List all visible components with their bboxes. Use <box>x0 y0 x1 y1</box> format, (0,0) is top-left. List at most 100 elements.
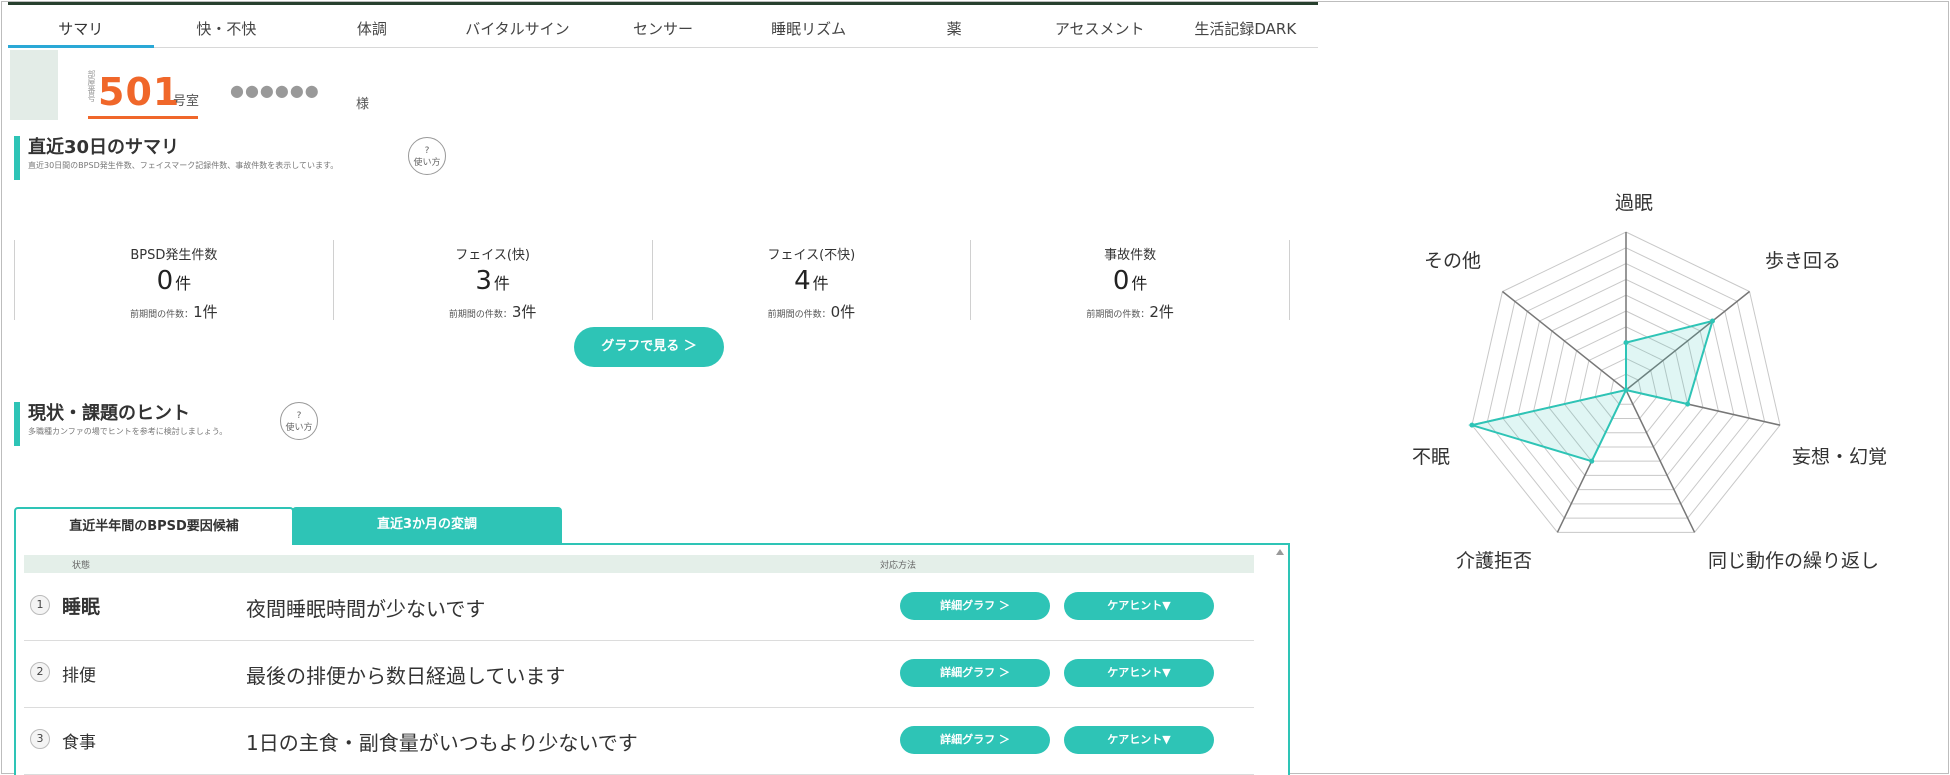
radar-label-hypersomnia: 過眠 <box>1615 192 1654 214</box>
stat-number: 4 <box>794 266 811 296</box>
radar-series-area <box>1468 319 1714 463</box>
stat-label: フェイス(快) <box>455 248 530 263</box>
stat-label: フェイス(不快) <box>767 248 856 263</box>
detail-graph-button[interactable]: 詳細グラフ ＞ <box>900 592 1050 620</box>
tab-comfort[interactable]: 快・不快 <box>154 14 300 47</box>
column-state: 状態 <box>72 561 91 571</box>
stat-number: 3 <box>475 266 492 296</box>
stat-face-negative: フェイス(不快) 4件 前期間の件数：0件 <box>651 240 971 322</box>
stat-value: 0件 <box>971 265 1289 300</box>
summary-help-button[interactable]: ? 使い方 <box>408 137 446 175</box>
radar-label-wandering: 歩き回る <box>1765 250 1842 272</box>
radar-point <box>1623 340 1629 346</box>
table-row: 2 排便 最後の排便から数日経過しています 詳細グラフ ＞ ケアヒント▼ <box>24 642 1254 708</box>
care-hint-button[interactable]: ケアヒント▼ <box>1064 659 1214 687</box>
stat-unit: 件 <box>1131 274 1148 293</box>
stat-label: BPSD発生件数 <box>130 248 218 263</box>
tab-vitals[interactable]: バイタルサイン <box>445 14 591 47</box>
stat-previous: 前期間の件数：3件 <box>334 301 652 322</box>
stat-previous-value: 1件 <box>193 303 218 321</box>
table-row: 1 睡眠 夜間睡眠時間が少ないです 詳細グラフ ＞ ケアヒント▼ <box>24 575 1254 641</box>
radar-label-care-refusal: 介護拒否 <box>1456 550 1533 572</box>
help-question-icon: ? <box>424 146 430 156</box>
hints-title: 現状・課題のヒント <box>28 403 190 424</box>
hints-description: 多職種カンファの場でヒントを参考に検討しましょう。 <box>28 427 228 436</box>
summary-section-header: 直近30日のサマリ 直近30日間のBPSD発生件数、フェイスマーク記録件数、事故… <box>14 136 338 180</box>
tab-summary[interactable]: サマリ <box>8 14 154 48</box>
hints-section-header: 現状・課題のヒント 多職種カンファの場でヒントを参考に検討しましょう。 <box>14 402 227 446</box>
radar-point <box>1685 401 1691 407</box>
radar-point <box>1469 422 1475 428</box>
stat-previous: 前期間の件数：0件 <box>653 301 971 322</box>
stat-label: 事故件数 <box>1104 248 1157 263</box>
room-color-block <box>10 50 58 120</box>
radar-point <box>1623 387 1629 393</box>
care-hint-button[interactable]: ケアヒント▼ <box>1064 592 1214 620</box>
tab-bpsd-factors[interactable]: 直近半年間のBPSD要因候補 <box>14 507 294 545</box>
hints-help-label: 使い方 <box>285 423 313 433</box>
summary-title: 直近30日のサマリ <box>28 137 180 158</box>
detail-graph-button[interactable]: 詳細グラフ ＞ <box>900 726 1050 754</box>
stat-unit: 件 <box>812 274 829 293</box>
room-number: 501 <box>98 70 181 114</box>
radar-svg <box>1468 231 1781 533</box>
row-hint-text: 1日の主食・副食量がいつもより少ないです <box>246 731 638 755</box>
stat-previous-label: 前期間の件数： <box>130 310 194 320</box>
view-graph-button[interactable]: グラフで見る ＞ <box>574 327 724 367</box>
stat-previous: 前期間の件数：1件 <box>15 301 333 322</box>
resident-honorific: 様 <box>356 97 370 112</box>
stat-accidents: 事故件数 0件 前期間の件数：2件 <box>970 240 1290 322</box>
row-category: 睡眠 <box>62 596 101 618</box>
app-panel: サマリ 快・不快 体調 バイタルサイン センサー 睡眠リズム 薬 アセスメント … <box>8 2 1318 775</box>
stat-bpsd: BPSD発生件数 0件 前期間の件数：1件 <box>14 240 333 322</box>
stat-value: 0件 <box>15 265 333 300</box>
table-row: 3 食事 1日の主食・副食量がいつもより少ないです 詳細グラフ ＞ ケアヒント▼ <box>24 709 1254 775</box>
radar-label-delusion: 妄想・幻覚 <box>1792 446 1888 468</box>
tab-sleep-rhythm[interactable]: 睡眠リズム <box>736 14 882 47</box>
row-number: 3 <box>30 729 50 749</box>
radar-point <box>1709 318 1715 324</box>
stat-previous-label: 前期間の件数： <box>448 310 512 320</box>
stat-unit: 件 <box>175 274 192 293</box>
row-hint-text: 夜間睡眠時間が少ないです <box>246 597 486 621</box>
radar-axis-line <box>1502 290 1627 391</box>
scroll-up-icon[interactable] <box>1276 549 1284 555</box>
resident-name: ●●●●●● <box>230 81 320 100</box>
stat-unit: 件 <box>493 274 510 293</box>
row-number: 2 <box>30 662 50 682</box>
room-number-caption: 部屋番号 <box>87 70 96 102</box>
detail-graph-button[interactable]: 詳細グラフ ＞ <box>900 659 1050 687</box>
summary-stats: BPSD発生件数 0件 前期間の件数：1件 フェイス(快) 3件 前期間の件数：… <box>14 240 1290 322</box>
room-unit: 号室 <box>173 94 200 109</box>
main-tabs: サマリ 快・不快 体調 バイタルサイン センサー 睡眠リズム 薬 アセスメント … <box>8 14 1318 48</box>
stat-previous: 前期間の件数：2件 <box>971 301 1289 322</box>
top-bar-line <box>8 2 1318 5</box>
stat-previous-label: 前期間の件数： <box>767 310 831 320</box>
tab-condition[interactable]: 体調 <box>299 14 445 47</box>
radar-label-insomnia: 不眠 <box>1412 446 1451 468</box>
stat-previous-value: 2件 <box>1149 303 1174 321</box>
tab-recent-changes[interactable]: 直近3か月の変調 <box>292 507 562 543</box>
room-number-underline <box>88 116 198 119</box>
tab-medicine[interactable]: 薬 <box>881 14 1027 47</box>
stat-face-positive: フェイス(快) 3件 前期間の件数：3件 <box>332 240 652 322</box>
tab-sensor[interactable]: センサー <box>590 14 736 47</box>
hints-help-button[interactable]: ? 使い方 <box>280 402 318 440</box>
summary-help-label: 使い方 <box>413 158 441 168</box>
stat-previous-label: 前期間の件数： <box>1086 310 1150 320</box>
row-category: 排便 <box>62 666 96 686</box>
stat-previous-value: 0件 <box>830 303 856 321</box>
care-hint-button[interactable]: ケアヒント▼ <box>1064 726 1214 754</box>
tab-life-record[interactable]: 生活記録DARK <box>1173 14 1319 47</box>
tab-assessment[interactable]: アセスメント <box>1027 14 1173 47</box>
stat-number: 0 <box>156 266 174 296</box>
stat-value: 4件 <box>653 265 971 300</box>
stat-value: 3件 <box>334 265 652 300</box>
radar-label-other: その他 <box>1424 250 1482 272</box>
room-header: 部屋番号 501 号室 ●●●●●● 様 <box>8 48 1318 124</box>
summary-description: 直近30日間のBPSD発生件数、フェイスマーク記録件数、事故件数を表示しています… <box>28 161 339 170</box>
row-hint-text: 最後の排便から数日経過しています <box>246 664 566 688</box>
radar-label-repetition: 同じ動作の繰り返し <box>1708 550 1880 572</box>
bpsd-radar-chart: 過眠 歩き回る 妄想・幻覚 同じ動作の繰り返し 介護拒否 不眠 その他 <box>1380 170 1940 590</box>
row-number: 1 <box>30 595 50 615</box>
